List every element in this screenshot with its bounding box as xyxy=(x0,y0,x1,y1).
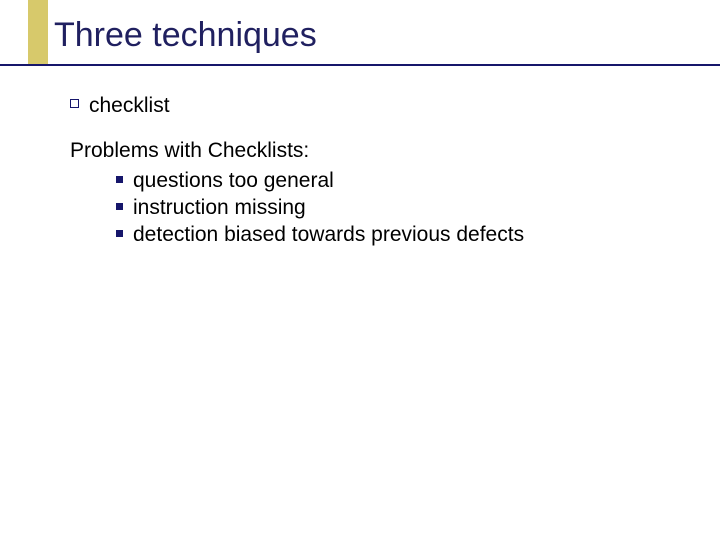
bullet-level1: checklist xyxy=(70,92,680,119)
bullet-level2: detection biased towards previous defect… xyxy=(116,221,680,248)
title-underline xyxy=(0,64,720,66)
square-fill-bullet-icon xyxy=(116,230,123,237)
square-fill-bullet-icon xyxy=(116,203,123,210)
bullet-level2: instruction missing xyxy=(116,194,680,221)
bullet-text: questions too general xyxy=(133,167,334,194)
title-accent-bar xyxy=(28,0,48,64)
bullet-text: instruction missing xyxy=(133,194,306,221)
bullet-text: checklist xyxy=(89,92,170,119)
slide: Three techniques checklist Problems with… xyxy=(0,0,720,540)
bullet-text: detection biased towards previous defect… xyxy=(133,221,524,248)
slide-body: checklist Problems with Checklists: ques… xyxy=(70,92,680,248)
square-fill-bullet-icon xyxy=(116,176,123,183)
bullet-level2: questions too general xyxy=(116,167,680,194)
problems-heading: Problems with Checklists: xyxy=(70,137,680,164)
slide-title: Three techniques xyxy=(54,16,317,55)
square-outline-bullet-icon xyxy=(70,99,79,108)
